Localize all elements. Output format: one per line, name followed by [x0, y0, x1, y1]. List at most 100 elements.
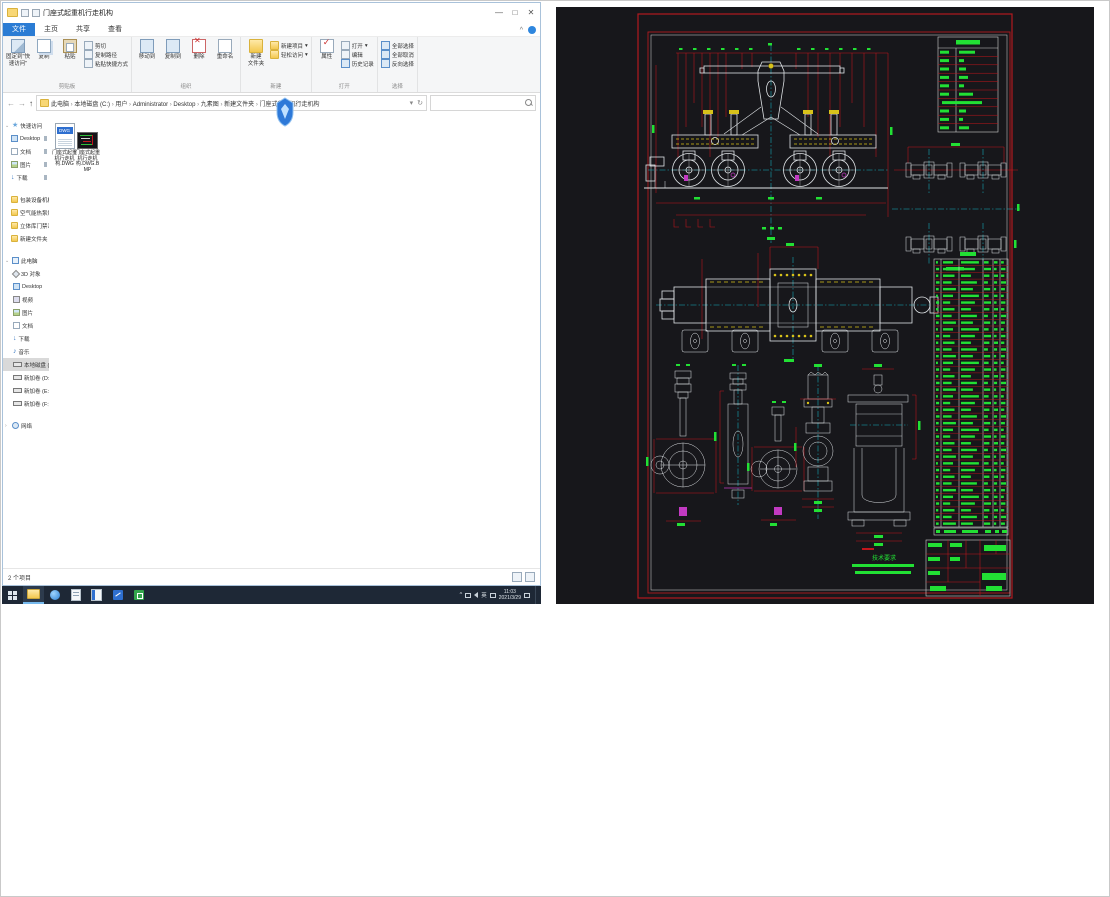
sidebar-item-Desktop[interactable]: Desktop — [3, 132, 49, 145]
collapse-ribbon-icon[interactable]: ^ — [520, 27, 523, 34]
quick-access-toolbar-icon[interactable] — [21, 8, 29, 17]
sidebar-item-label: 文档 — [20, 149, 32, 156]
sidebar-item-label: 空气能热泵烘干设备 — [20, 210, 49, 217]
forward-icon[interactable]: → — [18, 99, 26, 108]
files-pane[interactable]: DWG 门座式起重机行走机构.DWG 门座式起重机行走机构.DWG.BMP — [49, 111, 540, 569]
ime-pen-icon[interactable] — [489, 592, 496, 598]
easy-access-button[interactable]: 轻松访问 ▾ — [270, 50, 308, 59]
taskbar-app-writer[interactable] — [86, 586, 107, 604]
sidebar-item-下载[interactable]: ↓ 下载 — [3, 171, 49, 184]
tab-share[interactable]: 共享 — [67, 23, 99, 36]
volume-icon[interactable] — [474, 592, 479, 598]
taskbar-app-explorer[interactable] — [23, 586, 44, 604]
minimize-button[interactable]: — — [494, 8, 504, 17]
sidebar-item-label: 图片 — [20, 162, 32, 169]
sidebar-item-空气能热泵烘干设备[interactable]: 空气能热泵烘干设备 — [3, 206, 49, 219]
ime-indicator[interactable]: 英 — [481, 591, 487, 599]
customize-toolbar-icon[interactable] — [32, 8, 40, 17]
sidebar-drive-0[interactable]: 本地磁盘 (C:) — [3, 358, 49, 371]
taskbar-app-cad[interactable] — [107, 586, 128, 604]
sidebar-item-新建文件夹[interactable]: 新建文件夹 — [3, 232, 49, 245]
status-bar: 2 个项目 — [3, 568, 540, 585]
breadcrumb-segment[interactable]: Administrator — [133, 102, 168, 108]
rename-button[interactable]: 重命名 — [213, 39, 237, 60]
notification-center-icon[interactable] — [524, 592, 530, 598]
sidebar-item-图片[interactable]: 图片 — [3, 158, 49, 171]
breadcrumb-segment[interactable]: 用户 — [115, 102, 127, 108]
breadcrumb-segment[interactable]: 新建文件夹 — [224, 102, 254, 108]
sidebar-drive-1[interactable]: 新加卷 (D:) — [3, 371, 49, 384]
refresh-icon[interactable]: ↻ — [417, 99, 423, 107]
breadcrumb-segment[interactable]: 九素图 — [201, 102, 219, 108]
edit-button[interactable]: 编辑 — [340, 50, 374, 59]
thumbnail-view-icon[interactable] — [525, 572, 535, 582]
tray-chevron-icon[interactable]: ^ — [460, 592, 463, 598]
select-none-button[interactable]: 全部取消 — [380, 50, 414, 59]
sidebar-item-文档[interactable]: 文档 — [3, 145, 49, 158]
green-app-icon — [133, 590, 144, 600]
show-desktop-button[interactable] — [535, 586, 538, 604]
list-view-icon[interactable] — [512, 572, 522, 582]
taskbar-app-green-app[interactable] — [128, 586, 149, 604]
start-button[interactable] — [2, 586, 23, 604]
doc-icon — [13, 322, 20, 329]
sidebar-quick-access[interactable]: ⌄ ★ 快速访问 — [3, 119, 49, 132]
open-button[interactable]: 打开 ▾ — [340, 41, 374, 50]
folder-icon — [11, 222, 18, 229]
search-input[interactable] — [430, 95, 536, 111]
move-to-button[interactable]: 移动到 — [135, 39, 159, 60]
breadcrumb-segment[interactable]: 本地磁盘 (C:) — [74, 102, 110, 108]
sidebar-item-label: 3D 对象 — [21, 271, 41, 278]
sidebar-drive-2[interactable]: 新加卷 (E:) — [3, 384, 49, 397]
sidebar-network[interactable]: › 网络 — [3, 419, 49, 432]
address-dropdown-icon[interactable]: ▾ — [410, 99, 414, 107]
address-bar[interactable]: 此电脑 › 本地磁盘 (C:) › 用户 › Administrator › D… — [36, 95, 427, 111]
sidebar-item-立体库门禁系统[interactable]: 立体库门禁系统 — [3, 219, 49, 232]
maximize-button[interactable]: □ — [510, 8, 520, 17]
sidebar-item-图片[interactable]: 图片 — [3, 306, 49, 319]
breadcrumb-segment[interactable]: Desktop — [173, 102, 195, 108]
sidebar-item-视频[interactable]: 视频 — [3, 293, 49, 306]
close-button[interactable]: ✕ — [526, 8, 536, 17]
file-explorer-window: 门座式起重机行走机构 — □ ✕ 文件 主页 共享 查看 ^ 固定到"快 速访问… — [2, 2, 541, 586]
copy-path-button[interactable]: 复制路径 — [84, 50, 128, 59]
select-all-button[interactable]: 全部选择 — [380, 41, 414, 50]
sidebar-item-3D 对象[interactable]: 3D 对象 — [3, 267, 49, 280]
file-tile-dwg[interactable]: DWG 门座式起重机行走机构.DWG — [52, 121, 77, 168]
sidebar-item-下载[interactable]: ↓ 下载 — [3, 332, 49, 345]
pin-to-quick-access-button[interactable]: 固定到"快 速访问" — [6, 39, 30, 67]
tab-view[interactable]: 查看 — [99, 23, 131, 36]
display-tray-icon[interactable] — [465, 592, 472, 598]
cut-button[interactable]: 剪切 — [84, 41, 128, 50]
new-folder-button[interactable]: 新建 文件夹 — [244, 39, 268, 67]
cad-icon — [112, 590, 123, 600]
clock[interactable]: 11:03 2021/3/29 — [499, 589, 521, 601]
sidebar-item-文档[interactable]: 文档 — [3, 319, 49, 332]
paste-shortcut-button[interactable]: 粘贴快捷方式 — [84, 59, 128, 68]
expander-icon[interactable]: › — [5, 423, 10, 429]
up-icon[interactable]: ↑ — [29, 99, 33, 108]
copy-to-button[interactable]: 复制到 — [161, 39, 185, 60]
sidebar-drive-3[interactable]: 新加卷 (F:) — [3, 397, 49, 410]
breadcrumb-segment[interactable]: 此电脑 — [51, 102, 69, 108]
invert-selection-button[interactable]: 反向选择 — [380, 59, 414, 68]
sidebar-item-音乐[interactable]: ♪ 音乐 — [3, 345, 49, 358]
tab-file[interactable]: 文件 — [3, 23, 35, 36]
sidebar-this-pc[interactable]: ⌄ 此电脑 — [3, 254, 49, 267]
taskbar-app-notes[interactable] — [65, 586, 86, 604]
expander-icon[interactable]: ⌄ — [5, 258, 10, 264]
sidebar-item-包装设备机械配置[interactable]: 包装设备机械配置 — [3, 193, 49, 206]
properties-button[interactable]: 属性 — [315, 39, 339, 60]
sidebar-item-Desktop[interactable]: Desktop — [3, 280, 49, 293]
history-button[interactable]: 历史记录 — [340, 59, 374, 68]
file-tile-bmp[interactable]: 门座式起重机行走机构.DWG.BMP — [75, 121, 100, 173]
taskbar-app-browser[interactable] — [44, 586, 65, 604]
back-icon[interactable]: ← — [7, 99, 15, 108]
expander-icon[interactable]: ⌄ — [5, 123, 10, 129]
new-item-button[interactable]: 新建项目 ▾ — [270, 41, 308, 50]
delete-button[interactable]: 删除 — [187, 38, 211, 60]
paste-button[interactable]: 粘贴 — [58, 39, 82, 60]
help-icon[interactable] — [528, 26, 536, 34]
copy-button[interactable]: 复制 — [32, 39, 56, 60]
tab-home[interactable]: 主页 — [35, 23, 67, 36]
